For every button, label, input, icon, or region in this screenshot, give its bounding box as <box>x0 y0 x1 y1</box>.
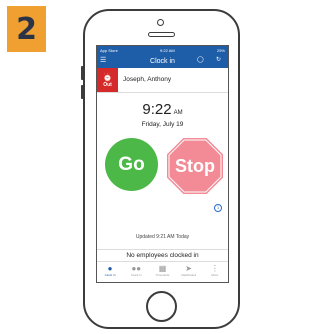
more-icon: ⋮ <box>210 264 219 273</box>
tab-label: More <box>211 273 219 277</box>
tab-clock-in[interactable]: ● Clock In <box>97 262 123 277</box>
status-out-label: Out <box>103 81 112 88</box>
info-icon[interactable]: i <box>214 204 222 212</box>
employee-name: Joseph, Anthony <box>123 76 172 83</box>
alarm-clock-icon: ⏰ <box>102 72 113 82</box>
earpiece-speaker <box>148 32 175 37</box>
go-button-label: Go <box>118 153 145 175</box>
current-time: 9:22 AM <box>97 102 228 121</box>
tab-group-clock-in[interactable]: ●● Clock In <box>123 262 149 277</box>
dashboard-icon: ➤ <box>185 264 192 273</box>
tab-label: Clock In <box>130 273 142 277</box>
status-carrier: App Store <box>100 47 118 53</box>
page-title: Clock in <box>150 57 175 65</box>
phone-volume-button <box>81 85 84 99</box>
phone-volume-button <box>81 66 84 80</box>
tab-more[interactable]: ⋮ More <box>202 262 228 277</box>
time-value: 9:22 <box>142 101 172 118</box>
history-icon[interactable]: ◯ <box>197 57 204 64</box>
stop-button[interactable]: Stop <box>167 138 223 194</box>
phone-frame: App Store 9:22 AM 25% ☰ Clock in ◯ ↻ ⏰ O… <box>81 9 240 329</box>
tab-label: Dashboard <box>181 273 196 277</box>
current-date: Friday, July 19 <box>141 121 184 128</box>
home-button[interactable] <box>146 291 177 322</box>
go-button[interactable]: Go <box>105 138 158 191</box>
updated-timestamp: Updated 9:21 AM Today <box>135 234 190 240</box>
tab-bar: ● Clock In ●● Clock In ▦ Timecards ➤ Das… <box>97 261 228 282</box>
status-battery: 25% <box>216 47 225 53</box>
status-time: 9:22 AM <box>160 47 175 53</box>
person-icon: ● <box>107 264 113 273</box>
refresh-icon[interactable]: ↻ <box>216 57 221 64</box>
time-ampm: AM <box>173 110 183 116</box>
tab-label: Clock In <box>104 273 116 277</box>
step-badge: 2 <box>7 6 46 52</box>
employee-row[interactable]: ⏰ Out Joseph, Anthony <box>97 68 228 93</box>
clock-display: 9:22 AM Friday, July 19 <box>97 102 228 129</box>
tab-timecards[interactable]: ▦ Timecards <box>149 262 175 277</box>
stop-button-label: Stop <box>175 155 215 176</box>
group-icon: ●● <box>131 264 142 273</box>
tab-dashboard[interactable]: ➤ Dashboard <box>176 262 202 277</box>
timecard-icon: ▦ <box>158 264 167 273</box>
front-camera <box>157 19 164 26</box>
status-bar: App Store 9:22 AM 25% <box>97 46 228 54</box>
phone-screen: App Store 9:22 AM 25% ☰ Clock in ◯ ↻ ⏰ O… <box>96 45 229 283</box>
status-out-badge: ⏰ Out <box>97 68 118 92</box>
clock-actions: Go Stop i <box>97 129 228 212</box>
nav-bar: ☰ Clock in ◯ ↻ <box>97 54 228 68</box>
tab-label: Timecards <box>155 273 170 277</box>
